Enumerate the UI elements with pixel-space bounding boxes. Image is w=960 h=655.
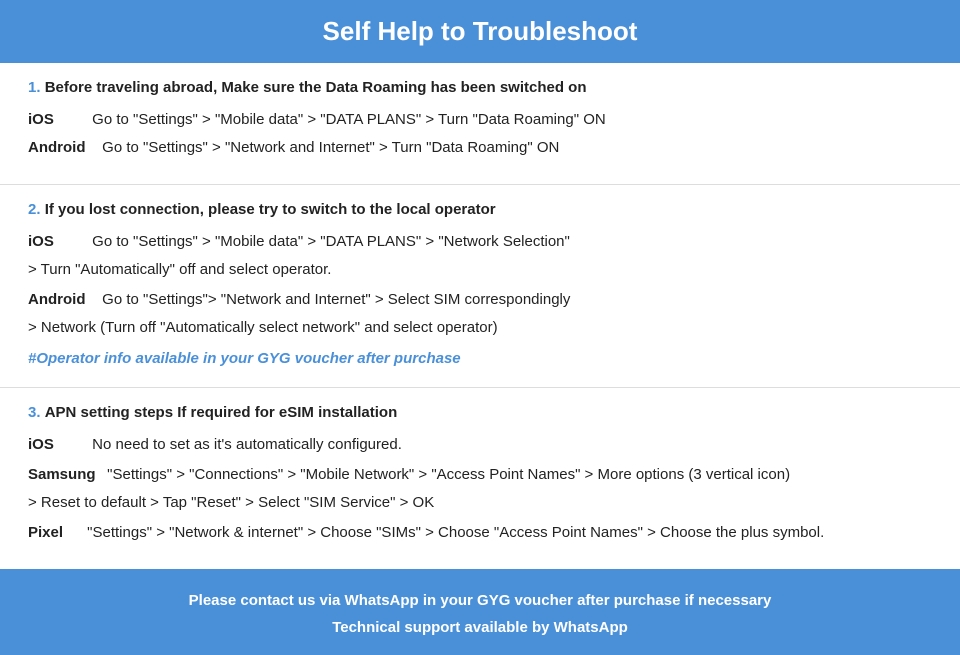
section-2: 2. If you lost connection, please try to…	[0, 185, 960, 388]
section-3-pixel-row: Pixel "Settings" > "Network & internet" …	[28, 521, 932, 545]
section-1-android-label: Android	[28, 136, 98, 160]
section-2-android-continuation: > Network (Turn off "Automatically selec…	[28, 319, 498, 336]
section-1: 1. Before traveling abroad, Make sure th…	[0, 63, 960, 185]
section-3-ios-text: No need to set as it's automatically con…	[92, 436, 402, 453]
section-2-android-label: Android	[28, 288, 98, 312]
section-2-title-text: If you lost connection, please try to sw…	[45, 201, 496, 218]
footer-line1: Please contact us via WhatsApp in your G…	[20, 587, 940, 614]
section-1-ios-text: Go to "Settings" > "Mobile data" > "DATA…	[92, 111, 606, 128]
section-2-ios-continuation: > Turn "Automatically" off and select op…	[28, 261, 331, 278]
section-2-num: 2.	[28, 201, 41, 218]
operator-note: #Operator info available in your GYG vou…	[28, 350, 932, 367]
section-2-ios-text: Go to "Settings" > "Mobile data" > "DATA…	[92, 233, 570, 250]
section-3: 3. APN setting steps If required for eSI…	[0, 388, 960, 569]
section-1-android-row: Android Go to "Settings" > "Network and …	[28, 136, 932, 160]
section-2-title: 2. If you lost connection, please try to…	[28, 201, 932, 218]
section-1-num: 1.	[28, 79, 41, 96]
section-2-android-row: Android Go to "Settings"> "Network and I…	[28, 288, 932, 312]
section-2-android-cont: > Network (Turn off "Automatically selec…	[28, 316, 932, 340]
section-3-num: 3.	[28, 404, 41, 421]
section-3-pixel-label: Pixel	[28, 521, 83, 545]
section-2-ios-row: iOS Go to "Settings" > "Mobile data" > "…	[28, 230, 932, 254]
section-1-title: 1. Before traveling abroad, Make sure th…	[28, 79, 932, 96]
section-3-ios-row: iOS No need to set as it's automatically…	[28, 433, 932, 457]
section-1-title-text: Before traveling abroad, Make sure the D…	[45, 79, 587, 96]
section-3-samsung-row: Samsung "Settings" > "Connections" > "Mo…	[28, 463, 932, 487]
section-2-ios-label: iOS	[28, 230, 88, 254]
section-1-ios-label: iOS	[28, 108, 88, 132]
section-3-title: 3. APN setting steps If required for eSI…	[28, 404, 932, 421]
footer-line2: Technical support available by WhatsApp	[20, 614, 940, 641]
section-3-ios-label: iOS	[28, 433, 88, 457]
page-footer: Please contact us via WhatsApp in your G…	[0, 569, 960, 655]
section-2-android-text: Go to "Settings"> "Network and Internet"…	[102, 291, 570, 308]
section-1-android-text: Go to "Settings" > "Network and Internet…	[102, 139, 559, 156]
section-3-pixel-text: "Settings" > "Network & internet" > Choo…	[87, 524, 824, 541]
section-3-samsung-cont: > Reset to default > Tap "Reset" > Selec…	[28, 491, 932, 515]
section-3-samsung-label: Samsung	[28, 463, 103, 487]
section-3-samsung-text: "Settings" > "Connections" > "Mobile Net…	[107, 466, 790, 483]
section-3-samsung-continuation: > Reset to default > Tap "Reset" > Selec…	[28, 494, 434, 511]
page-header: Self Help to Troubleshoot	[0, 0, 960, 63]
page-title: Self Help to Troubleshoot	[20, 16, 940, 47]
section-1-ios-row: iOS Go to "Settings" > "Mobile data" > "…	[28, 108, 932, 132]
section-3-title-text: APN setting steps If required for eSIM i…	[45, 404, 398, 421]
section-2-ios-cont: > Turn "Automatically" off and select op…	[28, 258, 932, 282]
